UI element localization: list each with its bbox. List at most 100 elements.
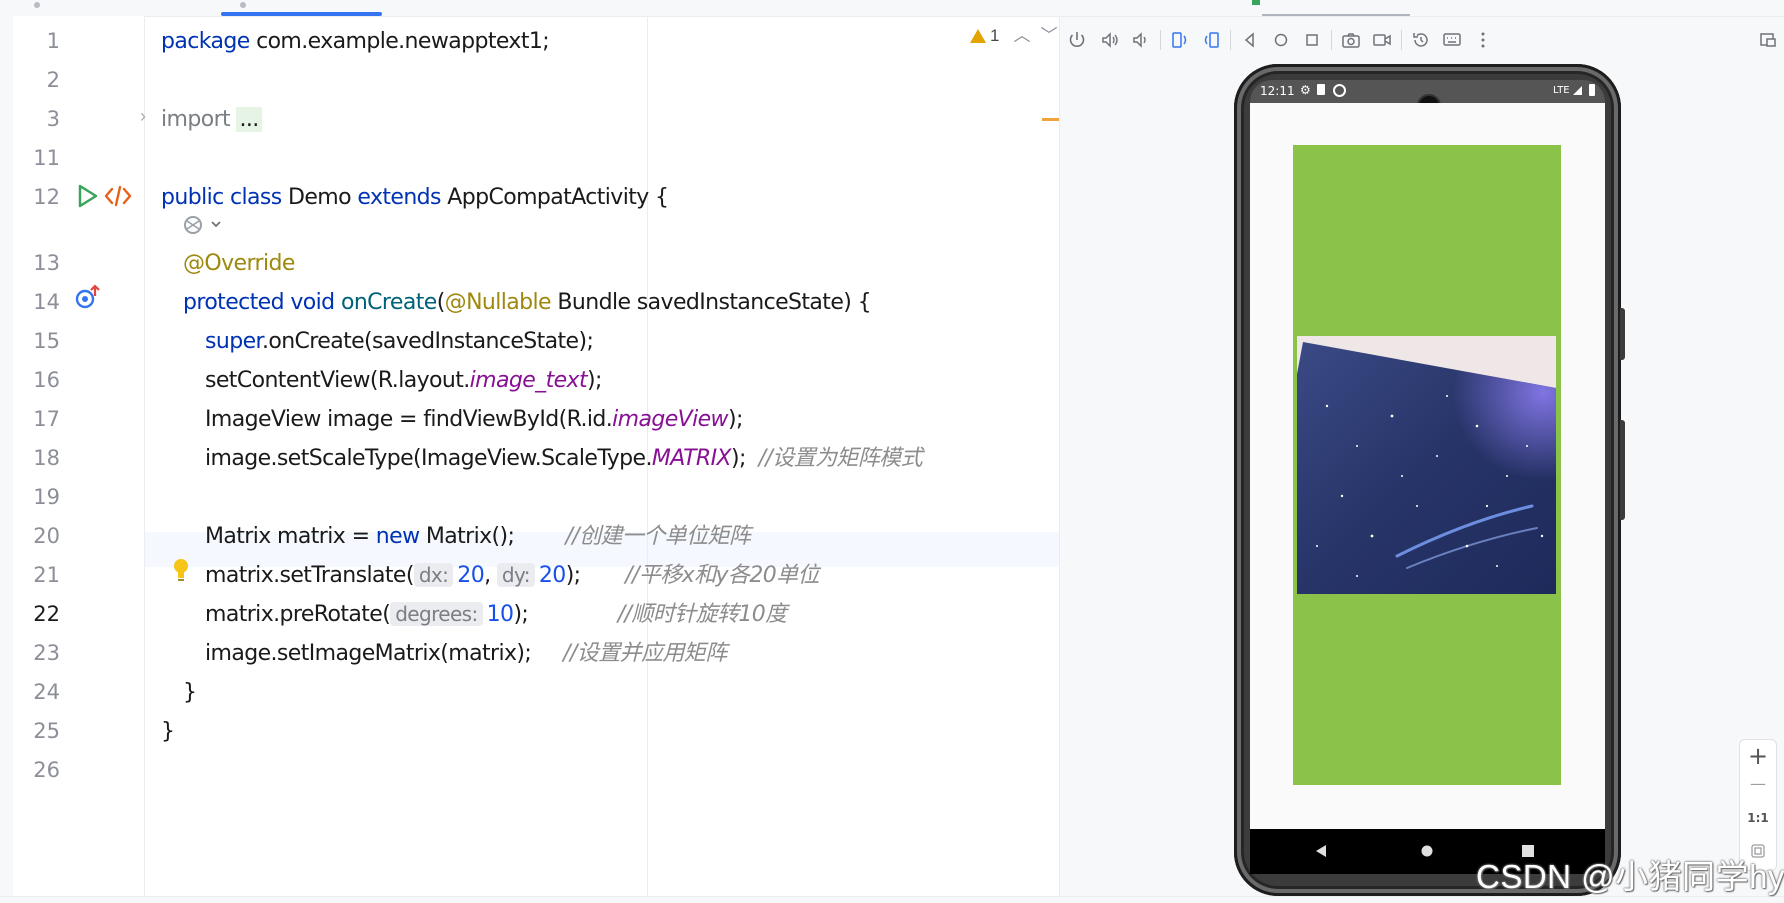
code-comment: //设置并应用矩阵	[563, 641, 727, 666]
code-text: (	[436, 290, 446, 315]
code-text: );	[727, 407, 743, 432]
line-number: 23	[33, 641, 60, 665]
line-number: 25	[33, 719, 60, 743]
screenshot-button[interactable]	[1336, 24, 1366, 56]
zoom-out-button[interactable]: —	[1740, 774, 1776, 793]
keyboard-button[interactable]	[1437, 24, 1467, 56]
line-number: 24	[33, 680, 60, 704]
home-button[interactable]	[1266, 24, 1296, 56]
previous-highlight-icon[interactable]: ︿	[1013, 26, 1030, 45]
rotate-right-button[interactable]	[1196, 24, 1226, 56]
code-text: matrix.preRotate(	[205, 602, 391, 627]
code-line-1[interactable]: package com.example.newapptext1;	[161, 24, 550, 59]
editor-tab-bar[interactable]	[13, 0, 1059, 17]
code-line-15[interactable]: super.onCreate(savedInstanceState);	[205, 324, 594, 359]
code-text: Bundle savedInstanceState) {	[551, 290, 872, 315]
code-text: image.setScaleType(ImageView.ScaleType.	[205, 446, 652, 471]
code-text: );	[730, 446, 759, 471]
active-tab-indicator	[221, 12, 382, 16]
video-icon	[1373, 34, 1391, 46]
zoom-in-button[interactable]: +	[1740, 742, 1776, 770]
code-text: .onCreate(savedInstanceState);	[261, 329, 594, 354]
toolbar-separator	[1160, 30, 1161, 50]
toolbar-separator	[1401, 30, 1402, 50]
fold-chevron-icon[interactable]: ›	[140, 106, 146, 127]
parameter-hint: dy:	[496, 563, 535, 587]
ai-assist-icon[interactable]	[182, 213, 222, 242]
back-button[interactable]	[1235, 24, 1265, 56]
code-number: 20	[457, 563, 485, 588]
warning-icon	[970, 29, 986, 43]
code-line-22[interactable]: matrix.preRotate(degrees: 10); //顺时针旋转10度	[205, 597, 787, 632]
nav-home-icon[interactable]	[1421, 845, 1433, 857]
rotate-left-button[interactable]	[1165, 24, 1195, 56]
inspection-widget[interactable]: 1 ︿ ﹀	[970, 24, 1057, 48]
code-keyword: package	[161, 29, 250, 54]
code-text: ,	[484, 563, 497, 588]
code-number: 20	[538, 563, 566, 588]
toolbar-separator	[1230, 30, 1231, 50]
window-icon	[1760, 33, 1776, 47]
device-tab-bar[interactable]	[1059, 0, 1784, 17]
code-text: setContentView(R.layout.	[205, 368, 470, 393]
back-icon	[1244, 32, 1254, 48]
code-line-18[interactable]: image.setScaleType(ImageView.ScaleType.M…	[205, 441, 923, 476]
screen-record-button[interactable]	[1367, 24, 1397, 56]
code-line-16[interactable]: setContentView(R.layout.image_text);	[205, 363, 602, 398]
next-highlight-icon[interactable]: ﹀	[1040, 26, 1057, 45]
zoom-actual-size-button[interactable]: 1:1	[1740, 811, 1776, 825]
code-line-17[interactable]: ImageView image = findViewById(R.id.imag…	[205, 402, 743, 437]
toolbar-separator	[1331, 30, 1332, 50]
line-number: 13	[33, 251, 60, 275]
code-line-24[interactable]: }	[183, 675, 197, 710]
code-number: 10	[486, 602, 514, 627]
line-number: 19	[33, 485, 60, 509]
sync-icon	[1333, 84, 1346, 97]
code-line-14[interactable]: protected void onCreate(@Nullable Bundle…	[183, 285, 872, 320]
folded-imports[interactable]: ...	[236, 107, 262, 132]
line-number: 3	[46, 107, 60, 131]
line-number: 26	[33, 758, 60, 782]
code-text: Demo	[281, 185, 358, 210]
scrollbar-warning-marker[interactable]	[1042, 118, 1059, 121]
code-line-20[interactable]: Matrix matrix = new Matrix(); //创建一个单位矩阵	[205, 519, 751, 554]
snapshot-button[interactable]	[1406, 24, 1436, 56]
code-line-21[interactable]: matrix.setTranslate(dx: 20, dy: 20); //平移x…	[205, 558, 820, 593]
power-button[interactable]	[1062, 24, 1092, 56]
code-line-3[interactable]: import ...	[161, 102, 262, 137]
volume-up-icon	[1102, 32, 1118, 48]
code-line-23[interactable]: image.setImageMatrix(matrix); //设置并应用矩阵	[205, 636, 727, 671]
overview-icon	[1306, 34, 1318, 46]
home-icon	[1274, 33, 1288, 47]
active-device-tab-indicator	[1262, 14, 1410, 16]
open-layout-icon[interactable]	[104, 184, 132, 213]
run-icon[interactable]	[77, 184, 99, 213]
code-keyword: new	[375, 524, 420, 549]
detach-button[interactable]	[1753, 24, 1783, 56]
tab-file-icon	[34, 2, 40, 8]
nav-back-icon[interactable]	[1314, 844, 1328, 858]
code-text: matrix.setTranslate(	[205, 563, 414, 588]
line-number: 15	[33, 329, 60, 353]
override-method-icon[interactable]	[74, 284, 102, 315]
line-number: 17	[33, 407, 60, 431]
lightbulb-icon[interactable]	[172, 557, 190, 588]
code-comment: //顺时针旋转10度	[617, 602, 787, 627]
signal-icon	[1573, 86, 1582, 95]
overview-button[interactable]	[1297, 24, 1327, 56]
more-options-button[interactable]	[1468, 24, 1498, 56]
code-text: );	[565, 563, 626, 588]
volume-up-button[interactable]	[1095, 24, 1125, 56]
emulator-toolbar	[1059, 24, 1784, 56]
code-text: );	[513, 602, 618, 627]
power-icon	[1069, 32, 1085, 47]
code-field: imageView	[612, 407, 728, 432]
line-number: 2	[46, 68, 60, 92]
warning-count: 1	[990, 26, 1000, 45]
volume-down-button[interactable]	[1126, 24, 1156, 56]
network-type: LTE	[1553, 85, 1570, 96]
code-line-25[interactable]: }	[161, 714, 175, 749]
code-line-12[interactable]: public class Demo extends AppCompatActiv…	[161, 180, 669, 215]
code-line-13[interactable]: @Override	[183, 246, 295, 281]
parameter-hint: dx:	[413, 563, 454, 587]
